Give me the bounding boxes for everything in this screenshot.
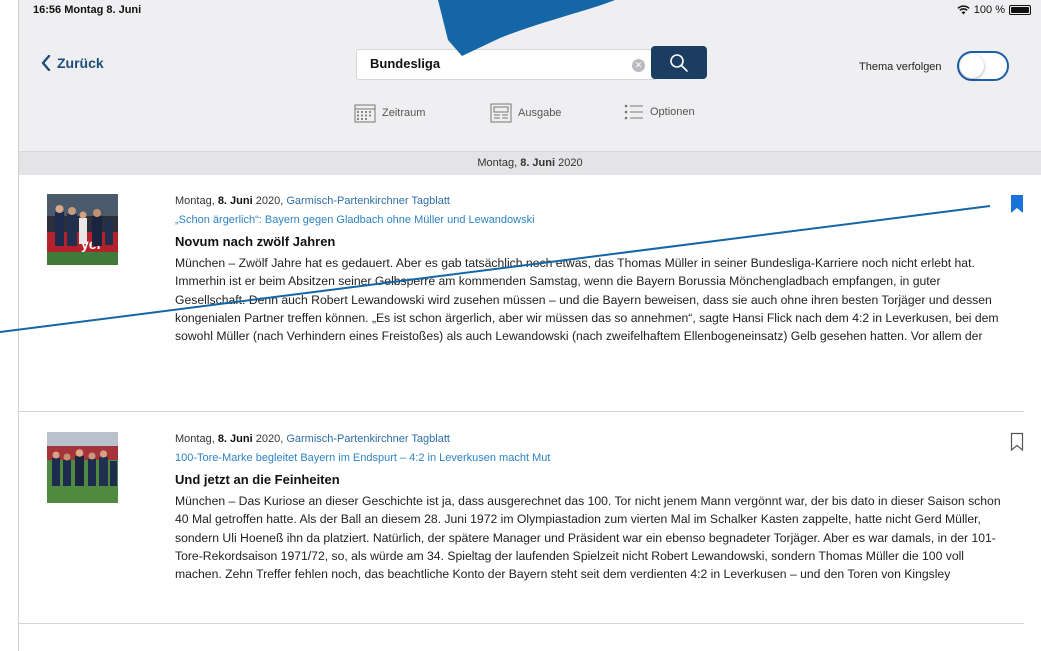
battery-icon	[1009, 5, 1031, 15]
toolbar-ausgabe[interactable]: Ausgabe	[490, 103, 561, 123]
search-field[interactable]: ✕	[356, 49, 658, 80]
article-list-item[interactable]: yer Montag, 8. Juni 2020, Garmisch-Parte…	[19, 176, 1024, 412]
search-button[interactable]	[651, 46, 707, 79]
date-section-header: Montag, 8. Juni 2020	[19, 151, 1041, 175]
article-kicker[interactable]: 100-Tore-Marke begleitet Bayern im Endsp…	[175, 452, 550, 464]
article-source: Garmisch-Partenkirchner Tagblatt	[286, 195, 450, 207]
list-icon	[624, 104, 643, 120]
article-thumbnail: yer	[47, 194, 118, 265]
toolbar-label: Zeitraum	[382, 107, 426, 119]
toolbar-label: Ausgabe	[518, 107, 562, 119]
search-input[interactable]	[370, 56, 615, 71]
calendar-icon	[354, 104, 376, 123]
article-source: Garmisch-Partenkirchner Tagblatt	[286, 433, 450, 445]
toolbar-label: Optionen	[650, 106, 695, 118]
article-kicker[interactable]: „Schon ärgerlich“: Bayern gegen Gladbach…	[175, 214, 535, 226]
status-indicators: 100 %	[957, 4, 1031, 16]
status-time: 16:56 Montag 8. Juni	[33, 4, 142, 16]
newspaper-icon	[490, 103, 512, 123]
article-meta: Montag, 8. Juni 2020, Garmisch-Partenkir…	[175, 195, 450, 207]
status-bar: 16:56 Montag 8. Juni 100 %	[19, 0, 1041, 22]
article-meta: Montag, 8. Juni 2020, Garmisch-Partenkir…	[175, 433, 450, 445]
battery-percent: 100 %	[973, 4, 1005, 16]
wifi-icon	[957, 5, 970, 15]
follow-topic-label: Thema verfolgen	[859, 61, 942, 73]
toolbar-optionen[interactable]: Optionen	[624, 103, 695, 121]
article-teaser: München – Zwölf Jahre hat es gedauert. A…	[175, 256, 999, 344]
article-list-item[interactable]: Montag, 8. Juni 2020, Garmisch-Partenkir…	[19, 414, 1024, 624]
toggle-knob	[960, 54, 984, 78]
bookmark-outline-icon[interactable]	[1010, 432, 1024, 452]
article-thumbnail	[47, 432, 118, 503]
clear-search-icon[interactable]: ✕	[632, 59, 645, 72]
back-label: Zurück	[57, 55, 104, 71]
back-button[interactable]: Zurück	[41, 55, 104, 71]
article-teaser: München – Das Kuriose an dieser Geschich…	[175, 494, 1001, 582]
article-headline[interactable]: Und jetzt an die Feinheiten	[175, 472, 340, 487]
bookmark-filled-icon[interactable]	[1010, 194, 1024, 214]
follow-topic-toggle[interactable]	[957, 51, 1009, 81]
article-headline[interactable]: Novum nach zwölf Jahren	[175, 234, 335, 249]
search-icon	[670, 53, 688, 72]
app-header: 16:56 Montag 8. Juni 100 % Zurück ✕	[19, 0, 1041, 151]
ipad-screen: 16:56 Montag 8. Juni 100 % Zurück ✕	[18, 0, 1041, 651]
toolbar-zeitraum[interactable]: Zeitraum	[354, 103, 425, 123]
chevron-left-icon	[41, 55, 51, 71]
